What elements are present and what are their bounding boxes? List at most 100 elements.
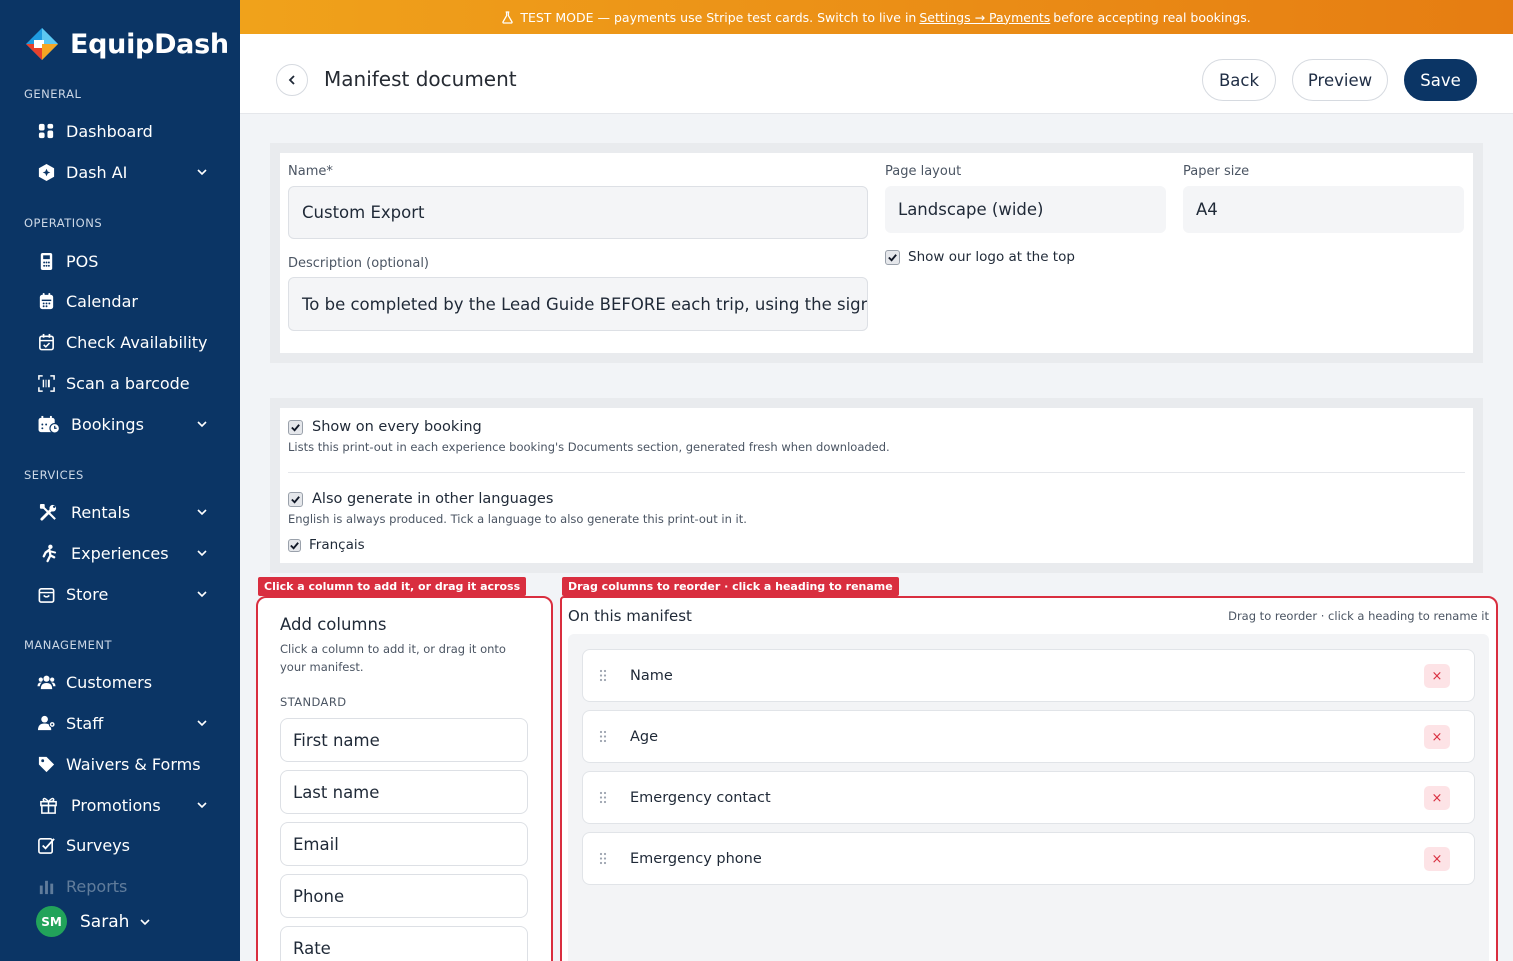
back-button[interactable]: Back xyxy=(1202,59,1276,101)
manifest-column-row[interactable]: Emergency phone × xyxy=(582,832,1475,885)
test-mode-banner: TEST MODE — payments use Stripe test car… xyxy=(240,0,1513,34)
user-name: Sarah xyxy=(80,911,130,932)
sidebar-item-rentals[interactable]: Rentals xyxy=(36,502,216,522)
store-bag-icon xyxy=(36,584,56,604)
show-logo-checkbox[interactable] xyxy=(885,250,900,265)
user-menu[interactable]: SM Sarah xyxy=(36,906,151,937)
manifest-column-row[interactable]: Emergency contact × xyxy=(582,771,1475,824)
settings-payments-link[interactable]: Settings → Payments xyxy=(919,10,1050,25)
name-input[interactable]: Custom Export xyxy=(288,186,868,239)
manifest-column-heading[interactable]: Emergency contact xyxy=(630,790,771,806)
checkmark-icon xyxy=(291,424,300,432)
column-option[interactable]: First name xyxy=(280,718,528,762)
add-columns-help-1: Click a column to add it, or drag it ont… xyxy=(280,642,506,656)
column-option[interactable]: Email xyxy=(280,822,528,866)
back-arrow-button[interactable] xyxy=(276,64,308,96)
remove-column-button[interactable]: × xyxy=(1424,847,1450,871)
survey-check-icon xyxy=(36,835,56,855)
page-header: Manifest document Back Preview Save xyxy=(240,34,1513,114)
sidebar-item-waivers-forms[interactable]: Waivers & Forms xyxy=(36,754,216,774)
standard-group-label: STANDARD xyxy=(280,695,347,709)
sidebar-item-experiences[interactable]: Experiences xyxy=(36,543,216,563)
manifest-column-heading[interactable]: Age xyxy=(630,729,658,745)
tools-icon xyxy=(36,502,61,522)
document-details-card: Name* Custom Export Description (optiona… xyxy=(280,153,1473,353)
chevron-down-icon xyxy=(197,421,207,428)
sidebar-item-staff[interactable]: Staff xyxy=(36,713,216,733)
manifest-column-heading[interactable]: Name xyxy=(630,668,673,684)
column-option[interactable]: Last name xyxy=(280,770,528,814)
sidebar-item-dashboard[interactable]: Dashboard xyxy=(36,121,216,141)
sidebar-item-label: Scan a barcode xyxy=(66,373,190,393)
preview-button[interactable]: Preview xyxy=(1292,59,1388,101)
column-option[interactable]: Phone xyxy=(280,874,528,918)
sidebar-item-customers[interactable]: Customers xyxy=(36,672,216,692)
banner-text: TEST MODE — payments use Stripe test car… xyxy=(520,9,917,25)
drag-handle-icon[interactable] xyxy=(599,791,607,804)
sidebar-item-label: Check Availability xyxy=(66,332,208,352)
show-logo-label: Show our logo at the top xyxy=(908,249,1075,265)
drag-handle-icon[interactable] xyxy=(599,669,607,682)
checkmark-icon xyxy=(291,496,300,504)
chevron-down-icon xyxy=(197,591,207,598)
remove-column-button[interactable]: × xyxy=(1424,725,1450,749)
other-languages-label: Also generate in other languages xyxy=(312,491,554,507)
sidebar-item-label: Customers xyxy=(66,672,153,692)
drag-handle-icon[interactable] xyxy=(599,730,607,743)
french-checkbox[interactable] xyxy=(288,539,301,552)
add-columns-panel: Add columns Click a column to add it, or… xyxy=(256,596,553,961)
sidebar-item-reports[interactable]: Reports xyxy=(36,876,216,896)
manifest-column-row[interactable]: Age × xyxy=(582,710,1475,763)
section-general: GENERAL xyxy=(24,87,82,101)
save-button[interactable]: Save xyxy=(1404,59,1477,101)
sidebar-item-label: Surveys xyxy=(66,835,130,855)
other-languages-checkbox[interactable] xyxy=(288,492,303,507)
section-services: SERVICES xyxy=(24,468,84,482)
users-icon xyxy=(36,672,56,692)
brand-name: EquipDash xyxy=(70,28,229,60)
checkmark-icon xyxy=(888,254,897,262)
sidebar-item-label: Staff xyxy=(66,713,104,733)
paper-size-select[interactable]: A4 xyxy=(1183,186,1464,233)
page-layout-select[interactable]: Landscape (wide) xyxy=(885,186,1166,233)
drag-handle-icon[interactable] xyxy=(599,852,607,865)
manifest-panel: On this manifest Drag to reorder · click… xyxy=(560,596,1498,961)
sidebar-item-label: POS xyxy=(66,251,99,271)
sidebar-item-label: Store xyxy=(66,584,109,604)
sidebar-item-surveys[interactable]: Surveys xyxy=(36,835,216,855)
manifest-hint: Drag to reorder · click a heading to ren… xyxy=(1228,609,1489,623)
column-option[interactable]: Rate xyxy=(280,926,528,961)
page-title: Manifest document xyxy=(324,67,517,91)
flask-icon xyxy=(502,10,514,24)
sidebar-item-pos[interactable]: POS xyxy=(36,251,216,271)
sidebar-item-calendar[interactable]: Calendar xyxy=(36,291,216,311)
page-layout-label: Page layout xyxy=(885,164,962,179)
add-columns-title: Add columns xyxy=(280,615,387,634)
remove-column-button[interactable]: × xyxy=(1424,786,1450,810)
sidebar-item-check-availability[interactable]: Check Availability xyxy=(36,332,216,352)
manifest-column-heading[interactable]: Emergency phone xyxy=(630,851,762,867)
chevron-down-icon xyxy=(140,918,150,925)
manifest-column-row[interactable]: Name × xyxy=(582,649,1475,702)
brand[interactable]: EquipDash xyxy=(24,26,229,62)
description-input[interactable]: To be completed by the Lead Guide BEFORE… xyxy=(288,277,868,331)
sidebar-item-store[interactable]: Store xyxy=(36,584,216,604)
manifest-title: On this manifest xyxy=(568,607,692,625)
show-every-booking-help: Lists this print-out in each experience … xyxy=(288,440,890,454)
sidebar-item-promotions[interactable]: Promotions xyxy=(36,795,216,815)
sidebar-item-label: Dash AI xyxy=(66,162,128,182)
chevron-down-icon xyxy=(197,509,207,516)
calendar-check-icon xyxy=(36,332,56,352)
other-languages-help: English is always produced. Tick a langu… xyxy=(288,512,747,526)
sidebar-item-label: Calendar xyxy=(66,291,138,311)
sidebar-item-bookings[interactable]: Bookings xyxy=(36,414,216,434)
sidebar-item-label: Waivers & Forms xyxy=(66,754,201,774)
show-every-booking-checkbox[interactable] xyxy=(288,420,303,435)
add-columns-tag: Click a column to add it, or drag it acr… xyxy=(258,577,527,596)
sidebar-item-label: Reports xyxy=(66,876,128,896)
banner-text-suffix: before accepting real bookings. xyxy=(1053,9,1251,25)
sidebar-item-dash-ai[interactable]: Dash AI xyxy=(36,162,216,182)
barcode-scan-icon xyxy=(36,373,56,393)
sidebar-item-scan-barcode[interactable]: Scan a barcode xyxy=(36,373,216,393)
remove-column-button[interactable]: × xyxy=(1424,664,1450,688)
